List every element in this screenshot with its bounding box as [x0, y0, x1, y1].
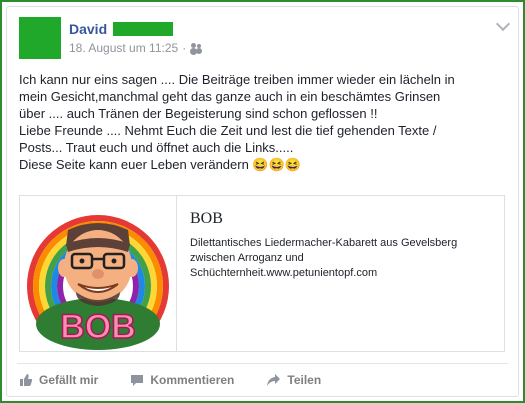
- post-timestamp[interactable]: 18. August um 11:25: [69, 41, 178, 55]
- thumbs-up-icon: [20, 374, 33, 386]
- actions-divider: [17, 363, 508, 364]
- post-text: Ich kann nur eins sagen .... Die Beiträg…: [19, 71, 509, 173]
- share-arrow-icon: [267, 374, 281, 386]
- comment-icon: [131, 375, 144, 386]
- link-preview-card[interactable]: BOB BOB Dilettantisches Liedermacher-Kab…: [19, 195, 505, 357]
- post-text-line: über .... auch Tränen der Begeisterung s…: [19, 106, 378, 121]
- chevron-down-icon[interactable]: [495, 16, 511, 32]
- post-text-line: mein Gesicht,manchmal geht das ganze auc…: [19, 89, 441, 104]
- author-avatar[interactable]: [19, 17, 61, 59]
- description-line: zwischen Arroganz und: [190, 252, 304, 264]
- post-text-line: Ich kann nur eins sagen .... Die Beiträg…: [19, 72, 455, 87]
- post-meta: 18. August um 11:25 ·: [69, 41, 202, 55]
- link-preview-description: Dilettantisches Liedermacher-Kabarett au…: [190, 236, 500, 281]
- link-preview-body: BOB Dilettantisches Liedermacher-Kabaret…: [190, 210, 500, 281]
- facebook-post: David 18. August um 11:25 · Ich kann nur…: [6, 6, 519, 397]
- link-preview-title[interactable]: BOB: [190, 210, 500, 228]
- comment-label: Kommentieren: [150, 373, 235, 387]
- bob-logo-image[interactable]: BOB: [20, 196, 177, 357]
- like-button[interactable]: Gefällt mir: [19, 373, 98, 387]
- share-label: Teilen: [287, 373, 322, 387]
- post-text-line: Diese Seite kann euer Leben verändern 😆😆…: [19, 157, 301, 172]
- redacted-surname: [113, 22, 174, 36]
- description-line: Dilettantisches Liedermacher-Kabarett au…: [190, 237, 458, 249]
- post-text-line: Liebe Freunde .... Nehmt Euch die Zeit u…: [19, 123, 437, 138]
- comment-button[interactable]: Kommentieren: [130, 373, 234, 387]
- post-text-line: Posts... Traut euch und öffnet auch die …: [19, 140, 294, 155]
- post-actions: Gefällt mir Kommentieren Teilen: [19, 373, 353, 387]
- friends-audience-icon[interactable]: [190, 43, 202, 53]
- bob-logo-text: BOB: [60, 308, 136, 346]
- author-row: David: [69, 20, 174, 38]
- description-line: Schüchternheit.www.petunientopf.com: [190, 267, 378, 279]
- share-button[interactable]: Teilen: [266, 373, 321, 387]
- like-label: Gefällt mir: [39, 373, 99, 387]
- author-name[interactable]: David: [69, 21, 107, 37]
- meta-separator: ·: [182, 41, 187, 55]
- bob-logo-illustration: BOB: [20, 215, 176, 357]
